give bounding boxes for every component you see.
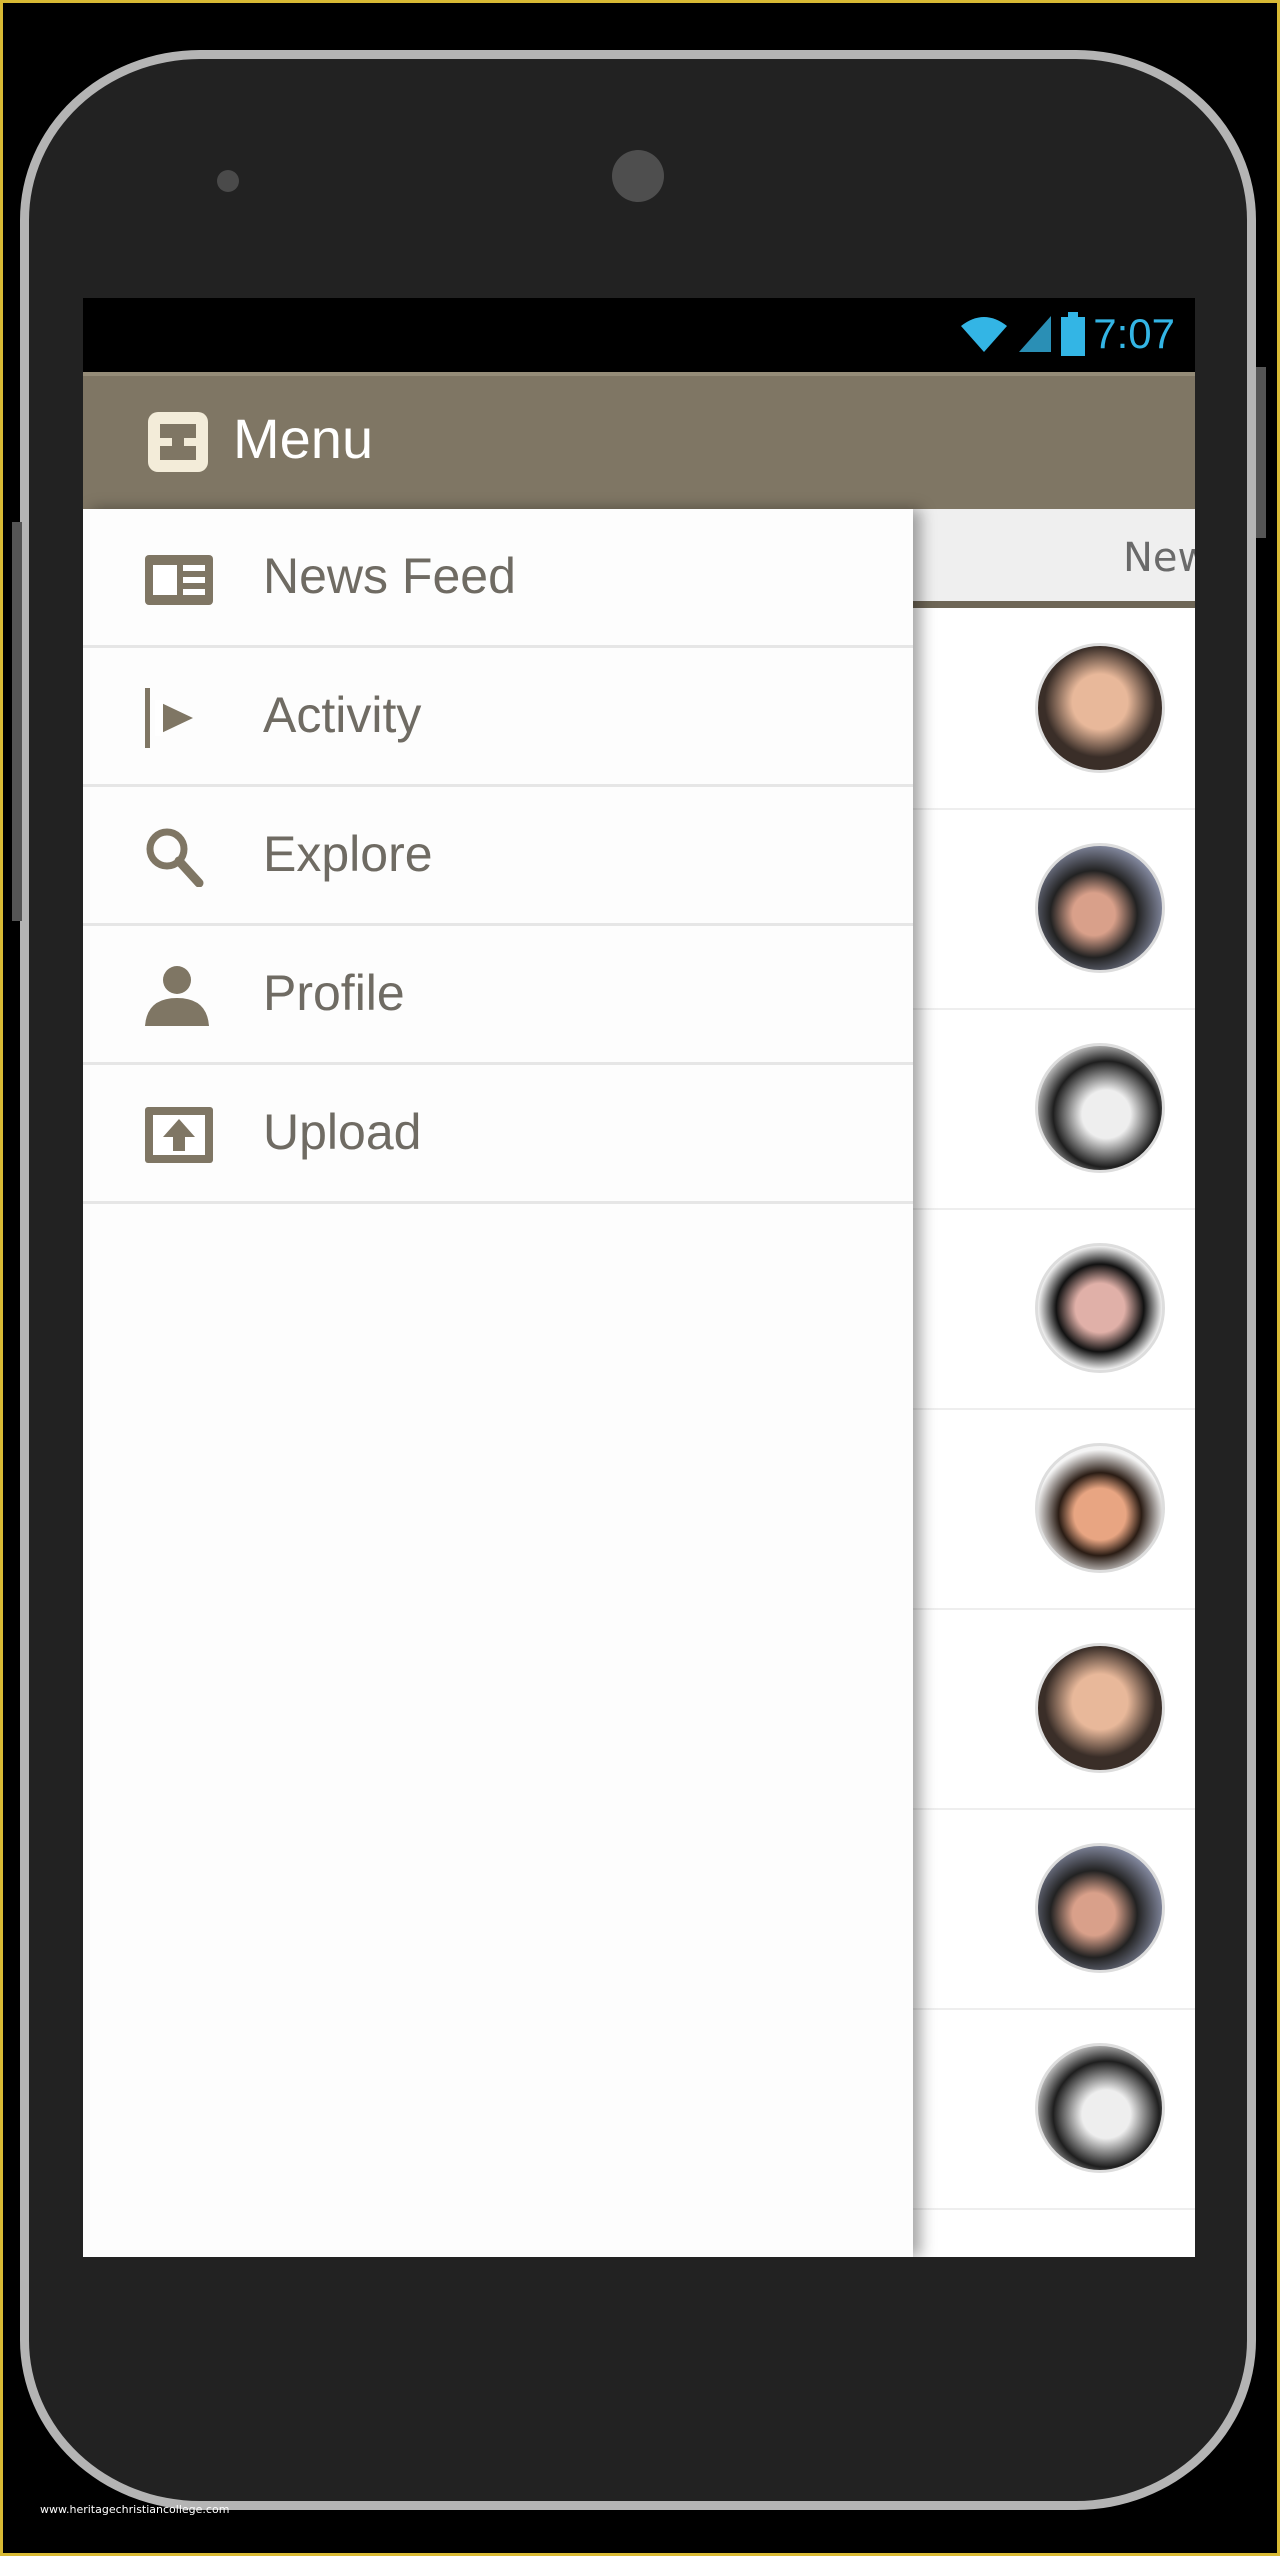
feed-row[interactable]: Sar 1 ho	[913, 1808, 1195, 2010]
avatar	[1035, 1243, 1165, 1373]
clock: 7:07	[1093, 310, 1175, 357]
drawer-item-profile[interactable]: Profile	[83, 926, 913, 1065]
drawer-item-label: Activity	[263, 687, 422, 743]
app-logo-icon[interactable]	[148, 412, 208, 472]
power-button	[1256, 367, 1266, 538]
app-title: Menu	[233, 407, 374, 470]
avatar	[1035, 643, 1165, 773]
avatar	[1035, 2043, 1165, 2173]
avatar	[1035, 843, 1165, 973]
front-camera	[612, 150, 664, 202]
screen: 7:07 Menu New Sve 1 ho Sar pho Ren 1 Da …	[83, 298, 1195, 2257]
battery-icon	[1061, 312, 1086, 356]
drawer-item-label: Profile	[263, 965, 405, 1021]
wifi-icon	[961, 317, 1008, 352]
drawer-item-news-feed[interactable]: News Feed	[83, 509, 913, 648]
navigation-drawer: News Feed Activity Explore Profile Uploa…	[83, 509, 913, 2257]
drawer-item-label: Upload	[263, 1104, 422, 1160]
drawer-item-label: News Feed	[263, 548, 516, 604]
volume-button	[12, 522, 22, 921]
signal-icon	[1019, 316, 1052, 352]
drawer-item-label: Explore	[263, 826, 433, 882]
person-icon	[145, 966, 209, 1026]
drawer-item-activity[interactable]: Activity	[83, 648, 913, 787]
drawer-item-upload[interactable]: Upload	[83, 1065, 913, 1204]
feed-row[interactable]: Sve 1 ho	[913, 608, 1195, 810]
watermark: www.heritagechristiancollege.com	[40, 2503, 230, 2516]
feed-row[interactable]: Sve 1 ho	[913, 1608, 1195, 1810]
app-bar: Menu	[83, 372, 1195, 509]
avatar	[1035, 1643, 1165, 1773]
sensor-dot	[217, 170, 239, 192]
upload-icon	[145, 1107, 213, 1163]
news-feed-content: New Sve 1 ho Sar pho Ren 1 Da Ste 1 we S…	[913, 509, 1195, 2257]
avatar	[1035, 1043, 1165, 1173]
tab-bar: New	[913, 509, 1195, 608]
avatar	[1035, 1843, 1165, 1973]
feed-row[interactable]: Sar pho	[913, 808, 1195, 1010]
newspaper-icon	[145, 555, 213, 605]
drawer-item-explore[interactable]: Explore	[83, 787, 913, 926]
feed-row[interactable]: Sta vide	[913, 1408, 1195, 1610]
avatar	[1035, 1443, 1165, 1573]
search-icon	[146, 828, 204, 887]
tab-news[interactable]: New	[1123, 535, 1195, 581]
flag-icon	[145, 688, 193, 748]
feed-row[interactable]: Ren 1 Da	[913, 1008, 1195, 1210]
status-bar: 7:07	[83, 298, 1195, 372]
feed-row[interactable]: Ste 1 we	[913, 1208, 1195, 1410]
feed-row[interactable]: Ren 1 ho	[913, 2008, 1195, 2210]
